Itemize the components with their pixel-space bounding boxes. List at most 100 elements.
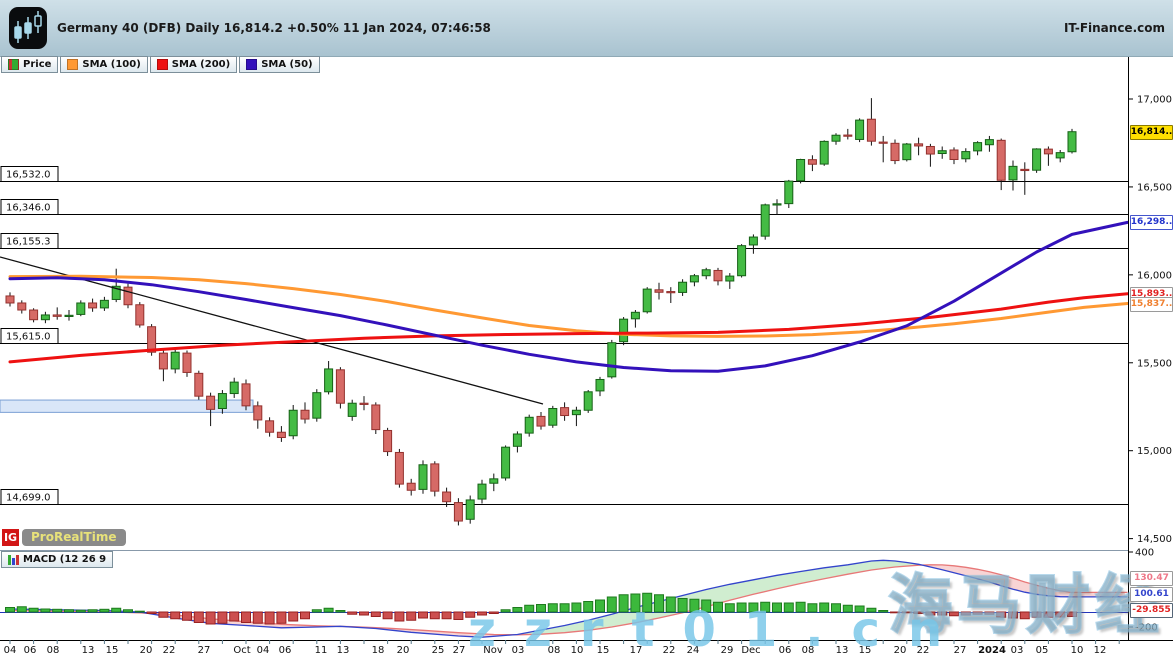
macd-histogram-bar	[442, 612, 451, 619]
macd-histogram-bar	[206, 612, 215, 624]
date-label: 13	[82, 645, 95, 656]
date-label: 25	[432, 645, 445, 656]
macd-histogram-bar	[53, 609, 62, 612]
macd-histogram-bar	[419, 612, 428, 618]
candles-glyph	[9, 7, 47, 49]
macd-histogram-bar	[41, 609, 50, 612]
chart-header: Germany 40 (DFB) Daily 16,814.2 +0.50% 1…	[0, 0, 1173, 57]
candle	[572, 410, 580, 414]
candle	[490, 479, 498, 483]
candle	[18, 303, 26, 310]
price-level-label: 15,615.0	[6, 332, 51, 343]
candle	[915, 144, 923, 146]
macd-histogram-bar	[218, 612, 227, 623]
candle	[561, 408, 569, 416]
date-label: 03	[1011, 645, 1024, 656]
brand-label: IT-Finance.com	[1064, 21, 1165, 35]
legend-tab-price[interactable]: Price	[1, 56, 58, 73]
candle	[714, 270, 722, 280]
price-axis-tick-label: 17,000	[1137, 95, 1172, 106]
macd-histogram-bar	[124, 610, 133, 612]
tab-macd-indicator[interactable]: MACD (12 26 9	[1, 551, 113, 568]
candle	[395, 452, 403, 484]
date-label: 2024	[978, 645, 1006, 656]
macd-histogram-bar	[289, 612, 298, 621]
trading-app-window: Germany 40 (DFB) Daily 16,814.2 +0.50% 1…	[0, 0, 1173, 660]
legend-tab-label: SMA (200)	[172, 59, 230, 70]
macd-histogram-bar	[112, 608, 121, 612]
date-label: 05	[1036, 645, 1049, 656]
candle	[195, 373, 203, 396]
candle	[1056, 153, 1064, 158]
candle	[277, 432, 285, 437]
legend-tab-sma-100[interactable]: SMA (100)	[60, 56, 147, 73]
date-label: 08	[47, 645, 60, 656]
candle	[974, 143, 982, 151]
date-label: 12	[1094, 645, 1107, 656]
series-color-swatch	[246, 59, 257, 70]
macd-histogram-bar	[76, 610, 85, 612]
candle	[867, 119, 875, 141]
candle	[844, 135, 852, 136]
candle	[537, 416, 545, 426]
candle	[655, 290, 663, 292]
candle	[596, 379, 604, 390]
candle	[466, 500, 474, 519]
candle	[53, 315, 61, 316]
candle	[230, 382, 238, 393]
candle	[549, 408, 557, 425]
candle	[124, 287, 132, 305]
candle	[773, 204, 781, 205]
macd-histogram-bar	[277, 612, 286, 623]
candle	[443, 492, 451, 502]
macd-histogram-bar	[88, 610, 97, 612]
price-axis-tick-label: 16,000	[1137, 270, 1172, 281]
date-label: 22	[163, 645, 176, 656]
series-color-swatch	[8, 59, 19, 70]
macd-histogram-bar	[301, 612, 310, 619]
date-label: 20	[140, 645, 153, 656]
candle	[938, 151, 946, 154]
candle	[997, 140, 1005, 180]
price-level-label: 16,532.0	[6, 170, 51, 181]
candle	[30, 310, 38, 320]
legend-tab-sma-200[interactable]: SMA (200)	[150, 56, 237, 73]
candle	[950, 150, 958, 159]
price-level-label: 16,155.3	[6, 237, 51, 248]
legend-tab-label: SMA (100)	[82, 59, 140, 70]
macd-histogram-bar	[407, 612, 416, 620]
candle	[643, 289, 651, 312]
macd-histogram-bar	[360, 612, 369, 615]
date-label: 06	[24, 645, 37, 656]
macd-histogram-bar	[430, 612, 439, 619]
candle	[348, 403, 356, 416]
macd-histogram-bar	[171, 612, 180, 619]
candle	[41, 315, 49, 320]
page-title: Germany 40 (DFB) Daily 16,814.2 +0.50% 1…	[57, 21, 491, 35]
candle	[761, 205, 769, 236]
prorealtime-logo[interactable]: IG ProRealTime	[2, 529, 126, 546]
macd-histogram-bar	[324, 608, 333, 612]
date-label: 10	[1071, 645, 1084, 656]
candle	[749, 237, 757, 245]
candle	[1009, 166, 1017, 180]
candle	[856, 120, 864, 139]
macd-histogram-bar	[265, 612, 274, 624]
candle	[242, 384, 250, 406]
macd-histogram-bar	[183, 612, 192, 620]
candle	[1033, 149, 1041, 170]
macd-histogram-bar	[6, 608, 15, 613]
candle	[218, 394, 226, 409]
candle	[620, 319, 628, 342]
candle	[136, 305, 144, 325]
legend-tab-sma-50[interactable]: SMA (50)	[239, 56, 319, 73]
candlestick-app-icon[interactable]	[9, 7, 47, 49]
macd-histogram-bar	[230, 612, 239, 621]
candle	[360, 403, 368, 404]
sma-100-line	[10, 276, 1128, 336]
price-axis-tick-label: 16,500	[1137, 182, 1172, 193]
candle	[419, 465, 427, 490]
watermark-site-url: zzrt01.cn	[468, 602, 970, 658]
candle	[726, 276, 734, 281]
candle	[478, 484, 486, 499]
